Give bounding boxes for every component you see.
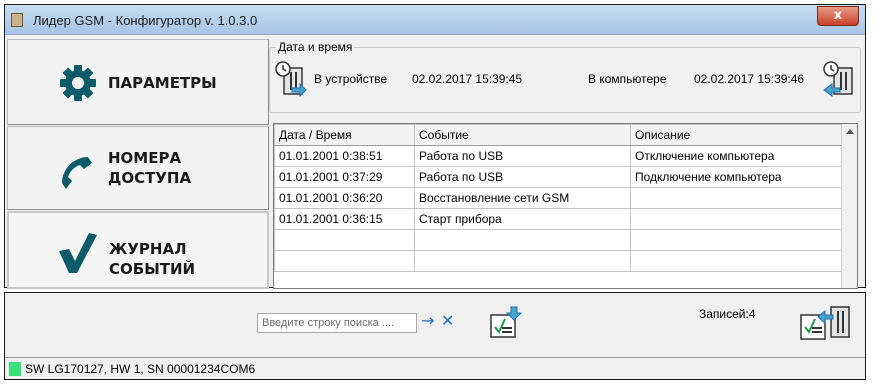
app-icon: [11, 13, 23, 27]
search-input[interactable]: Введите строку поиска ....: [257, 313, 417, 333]
main-window: Лидер GSM - Конфигуратор v. 1.0.3.0 x ПА…: [4, 4, 866, 289]
table-cell: 01.01.2001 0:36:20: [274, 187, 415, 209]
table-cell: [414, 250, 631, 272]
column-header-description[interactable]: Описание: [630, 124, 843, 146]
table-cell: 01.01.2001 0:37:29: [274, 166, 415, 188]
checkmark-icon: [59, 233, 97, 273]
connection-status-indicator: [9, 362, 21, 376]
table-cell: [630, 229, 843, 251]
records-count: Записей:4: [699, 307, 756, 321]
status-bar: SW LG170127, HW 1, SN 00001234COM6: [5, 357, 865, 379]
column-header-event[interactable]: Событие: [414, 124, 631, 146]
table-cell: Работа по USB: [414, 166, 631, 188]
phone-handset-icon: [62, 157, 92, 189]
device-info-text: SW LG170127, HW 1, SN 00001234COM6: [25, 362, 256, 376]
access-numbers-label-1: НОМЕРА: [108, 149, 182, 167]
arrow-right-icon[interactable]: →: [421, 311, 434, 330]
table-cell: 01.01.2001 0:36:15: [274, 208, 415, 230]
table-cell: Восстановление сети GSM: [414, 187, 631, 209]
event-log-button[interactable]: ЖУРНАЛ СОБЫТИЙ: [7, 211, 269, 289]
parameters-label: ПАРАМЕТРЫ: [108, 74, 217, 92]
device-time-label: В устройстве: [314, 72, 388, 86]
table-cell: [630, 250, 843, 272]
table-cell: [630, 208, 843, 230]
computer-clock-icon[interactable]: [822, 60, 856, 98]
table-cell: Работа по USB: [414, 145, 631, 167]
table-header-row: Дата / Время Событие Описание: [274, 124, 843, 146]
table-cell: Подключение компьютера: [630, 166, 843, 188]
device-clock-icon[interactable]: [274, 60, 308, 98]
scroll-up-icon[interactable]: [846, 129, 854, 134]
close-button[interactable]: x: [817, 6, 859, 26]
download-list-icon[interactable]: [489, 305, 523, 339]
bottom-panel: Введите строку поиска .... → ✕ Записей:4…: [4, 292, 866, 380]
gear-icon: [60, 65, 96, 101]
table-cell: [274, 250, 415, 272]
computer-time-label: В компьютере: [588, 72, 667, 86]
event-log-table[interactable]: Дата / Время Событие Описание 01.01.2001…: [273, 123, 858, 289]
column-header-datetime[interactable]: Дата / Время: [274, 124, 415, 146]
event-log-label-1: ЖУРНАЛ: [109, 240, 187, 258]
title-bar[interactable]: Лидер GSM - Конфигуратор v. 1.0.3.0 x: [5, 5, 865, 35]
table-cell: [630, 187, 843, 209]
window-title: Лидер GSM - Конфигуратор v. 1.0.3.0: [33, 13, 258, 28]
table-row[interactable]: 01.01.2001 0:38:51 Работа по USB Отключени…: [274, 145, 843, 167]
table-cell: [414, 229, 631, 251]
table-cell: Старт прибора: [414, 208, 631, 230]
access-numbers-button[interactable]: НОМЕРА ДОСТУПА: [7, 126, 269, 210]
event-log-label-2: СОБЫТИЙ: [109, 260, 196, 278]
table-row[interactable]: [274, 250, 843, 272]
vertical-scrollbar[interactable]: [841, 124, 857, 288]
datetime-group: Дата и время В устройстве 02.02.2017 15:…: [269, 40, 861, 113]
table-row[interactable]: 01.01.2001 0:36:15 Старт прибора: [274, 208, 843, 230]
datetime-group-label: Дата и время: [276, 40, 355, 54]
close-icon[interactable]: ✕: [441, 311, 454, 330]
device-time-value: 02.02.2017 15:39:45: [412, 72, 523, 86]
computer-time-value: 02.02.2017 15:39:46: [694, 72, 805, 86]
access-numbers-label-2: ДОСТУПА: [108, 169, 192, 187]
table-cell: 01.01.2001 0:38:51: [274, 145, 415, 167]
table-row[interactable]: 01.01.2001 0:37:29 Работа по USB Подключен…: [274, 166, 843, 188]
table-row[interactable]: [274, 229, 843, 251]
parameters-button[interactable]: ПАРАМЕТРЫ: [7, 39, 269, 125]
table-cell: Отключение компьютера: [630, 145, 843, 167]
table-row[interactable]: 01.01.2001 0:36:20 Восстановление сети GS…: [274, 187, 843, 209]
export-log-icon[interactable]: [799, 303, 851, 343]
table-cell: [274, 229, 415, 251]
